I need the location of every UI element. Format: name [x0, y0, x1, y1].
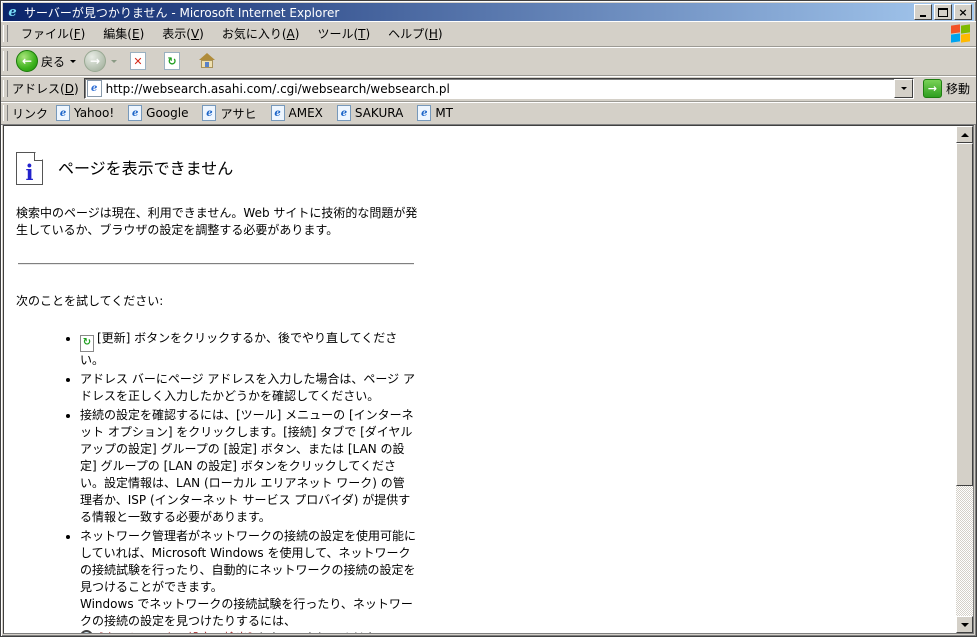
links-label: リンク	[12, 105, 48, 122]
suggestion-item: ネットワーク管理者がネットワークの接続の設定を使用可能にしていれば、Micros…	[80, 528, 416, 634]
toolbar-grip[interactable]	[3, 51, 8, 71]
refresh-page-icon	[80, 335, 94, 352]
menu-bar: ファイル(F)編集(E)表示(V)お気に入り(A)ツール(T)ヘルプ(H)	[1, 21, 976, 47]
home-icon	[198, 53, 216, 69]
stop-icon: ✕	[130, 52, 146, 70]
menu-item[interactable]: 表示(V)	[153, 23, 213, 44]
links-bar-link[interactable]: MT	[417, 105, 453, 122]
window-title: サーバーが見つかりません - Microsoft Internet Explor…	[24, 4, 914, 21]
suggestion-item: 接続の設定を確認するには、[ツール] メニューの [インターネット オプション]…	[80, 407, 416, 526]
go-label: 移動	[946, 80, 970, 97]
close-icon: ×	[958, 7, 967, 18]
back-button[interactable]: ← 戻る	[12, 48, 80, 74]
scroll-up-button[interactable]	[956, 126, 973, 143]
links-bar-items: Yahoo! Google アサヒ AMEX SAKURA MT	[56, 105, 467, 122]
browser-window: サーバーが見つかりません - Microsoft Internet Explor…	[0, 0, 977, 637]
scroll-down-icon	[961, 623, 969, 627]
vertical-scrollbar[interactable]	[956, 126, 973, 633]
chevron-down-icon	[901, 87, 907, 90]
menu-bar-grip[interactable]	[3, 25, 8, 43]
detect-network-settings-link[interactable]: [ネットワークの設定の検出]	[99, 631, 252, 634]
ie-favicon	[417, 105, 431, 121]
minimize-button[interactable]	[914, 4, 932, 20]
address-bar-grip[interactable]	[3, 80, 8, 98]
error-header: i ページを表示できません	[16, 152, 418, 185]
ie-logo-icon	[5, 5, 20, 19]
menu-item[interactable]: 編集(E)	[94, 23, 153, 44]
go-arrow-icon: →	[923, 79, 942, 98]
link-label: MT	[435, 106, 453, 120]
address-input[interactable]: http://websearch.asahi.com/.cgi/websearc…	[84, 78, 914, 99]
divider	[18, 263, 414, 265]
page-title: ページを表示できません	[58, 160, 233, 177]
suggestion-item: アドレス バーにページ アドレスを入力した場合は、ページ アドレスを正しく入力し…	[80, 371, 416, 405]
scroll-up-icon	[961, 133, 969, 137]
suggestion-item: [更新] ボタンをクリックするか、後でやり直してください。	[80, 330, 416, 369]
menu-item[interactable]: お気に入り(A)	[213, 23, 309, 44]
refresh-icon: ↻	[164, 52, 180, 70]
address-bar: アドレス(D) http://websearch.asahi.com/.cgi/…	[1, 76, 976, 102]
address-dropdown-button[interactable]	[894, 79, 913, 98]
network-detect-icon[interactable]	[80, 630, 95, 634]
maximize-icon	[938, 8, 948, 17]
home-button[interactable]	[189, 51, 225, 71]
link-label: Yahoo!	[74, 106, 114, 120]
close-button[interactable]: ×	[954, 4, 972, 20]
menu-item[interactable]: ファイル(F)	[12, 23, 94, 44]
links-bar-link[interactable]: AMEX	[271, 105, 323, 122]
refresh-button[interactable]: ↻	[155, 50, 189, 72]
toolbar: ← 戻る → ✕ ↻	[1, 47, 976, 76]
address-label: アドレス(D)	[12, 80, 79, 97]
link-label: アサヒ	[220, 105, 256, 122]
links-bar-link[interactable]: Yahoo!	[56, 105, 114, 122]
scroll-down-button[interactable]	[956, 616, 973, 633]
ie-favicon	[128, 105, 142, 121]
links-bar: リンク Yahoo! Google アサヒ AMEX SAKURA MT	[1, 102, 976, 125]
stop-button[interactable]: ✕	[121, 50, 155, 72]
links-bar-grip[interactable]	[3, 105, 8, 120]
error-description: 検索中のページは現在、利用できません。Web サイトに技術的な問題が発生している…	[16, 205, 418, 239]
page-content: i ページを表示できません 検索中のページは現在、利用できません。Web サイト…	[3, 125, 974, 634]
address-url[interactable]: http://websearch.asahi.com/.cgi/websearc…	[106, 82, 894, 96]
back-label: 戻る	[41, 53, 65, 70]
forward-button[interactable]: →	[80, 48, 121, 74]
back-dropdown-icon[interactable]	[70, 60, 76, 63]
links-bar-link[interactable]: Google	[128, 105, 188, 122]
error-page-body: i ページを表示できません 検索中のページは現在、利用できません。Web サイト…	[4, 126, 418, 634]
link-label: AMEX	[289, 106, 323, 120]
menu-bar-items: ファイル(F)編集(E)表示(V)お気に入り(A)ツール(T)ヘルプ(H)	[12, 23, 452, 44]
forward-icon: →	[84, 50, 106, 72]
ie-favicon	[337, 105, 351, 121]
windows-logo-icon	[947, 23, 973, 44]
menu-item[interactable]: ツール(T)	[308, 23, 379, 44]
minimize-icon	[920, 15, 926, 17]
suggestions-list: [更新] ボタンをクリックするか、後でやり直してください。アドレス バーにページ…	[16, 330, 416, 634]
ie-favicon	[202, 105, 216, 121]
ie-favicon	[56, 105, 70, 121]
links-bar-link[interactable]: アサヒ	[202, 105, 256, 122]
scrollbar-thumb[interactable]	[956, 143, 973, 486]
links-bar-link[interactable]: SAKURA	[337, 105, 403, 122]
forward-dropdown-icon	[111, 60, 117, 63]
title-bar[interactable]: サーバーが見つかりません - Microsoft Internet Explor…	[3, 3, 974, 21]
ie-favicon	[271, 105, 285, 121]
link-label: SAKURA	[355, 106, 403, 120]
go-button[interactable]: → 移動	[918, 78, 976, 99]
maximize-button[interactable]	[934, 4, 952, 20]
try-following-label: 次のことを試してください:	[16, 293, 418, 310]
back-icon: ←	[16, 50, 38, 72]
menu-item[interactable]: ヘルプ(H)	[379, 23, 451, 44]
info-page-icon: i	[16, 152, 43, 185]
link-label: Google	[146, 106, 188, 120]
page-icon	[87, 80, 102, 97]
